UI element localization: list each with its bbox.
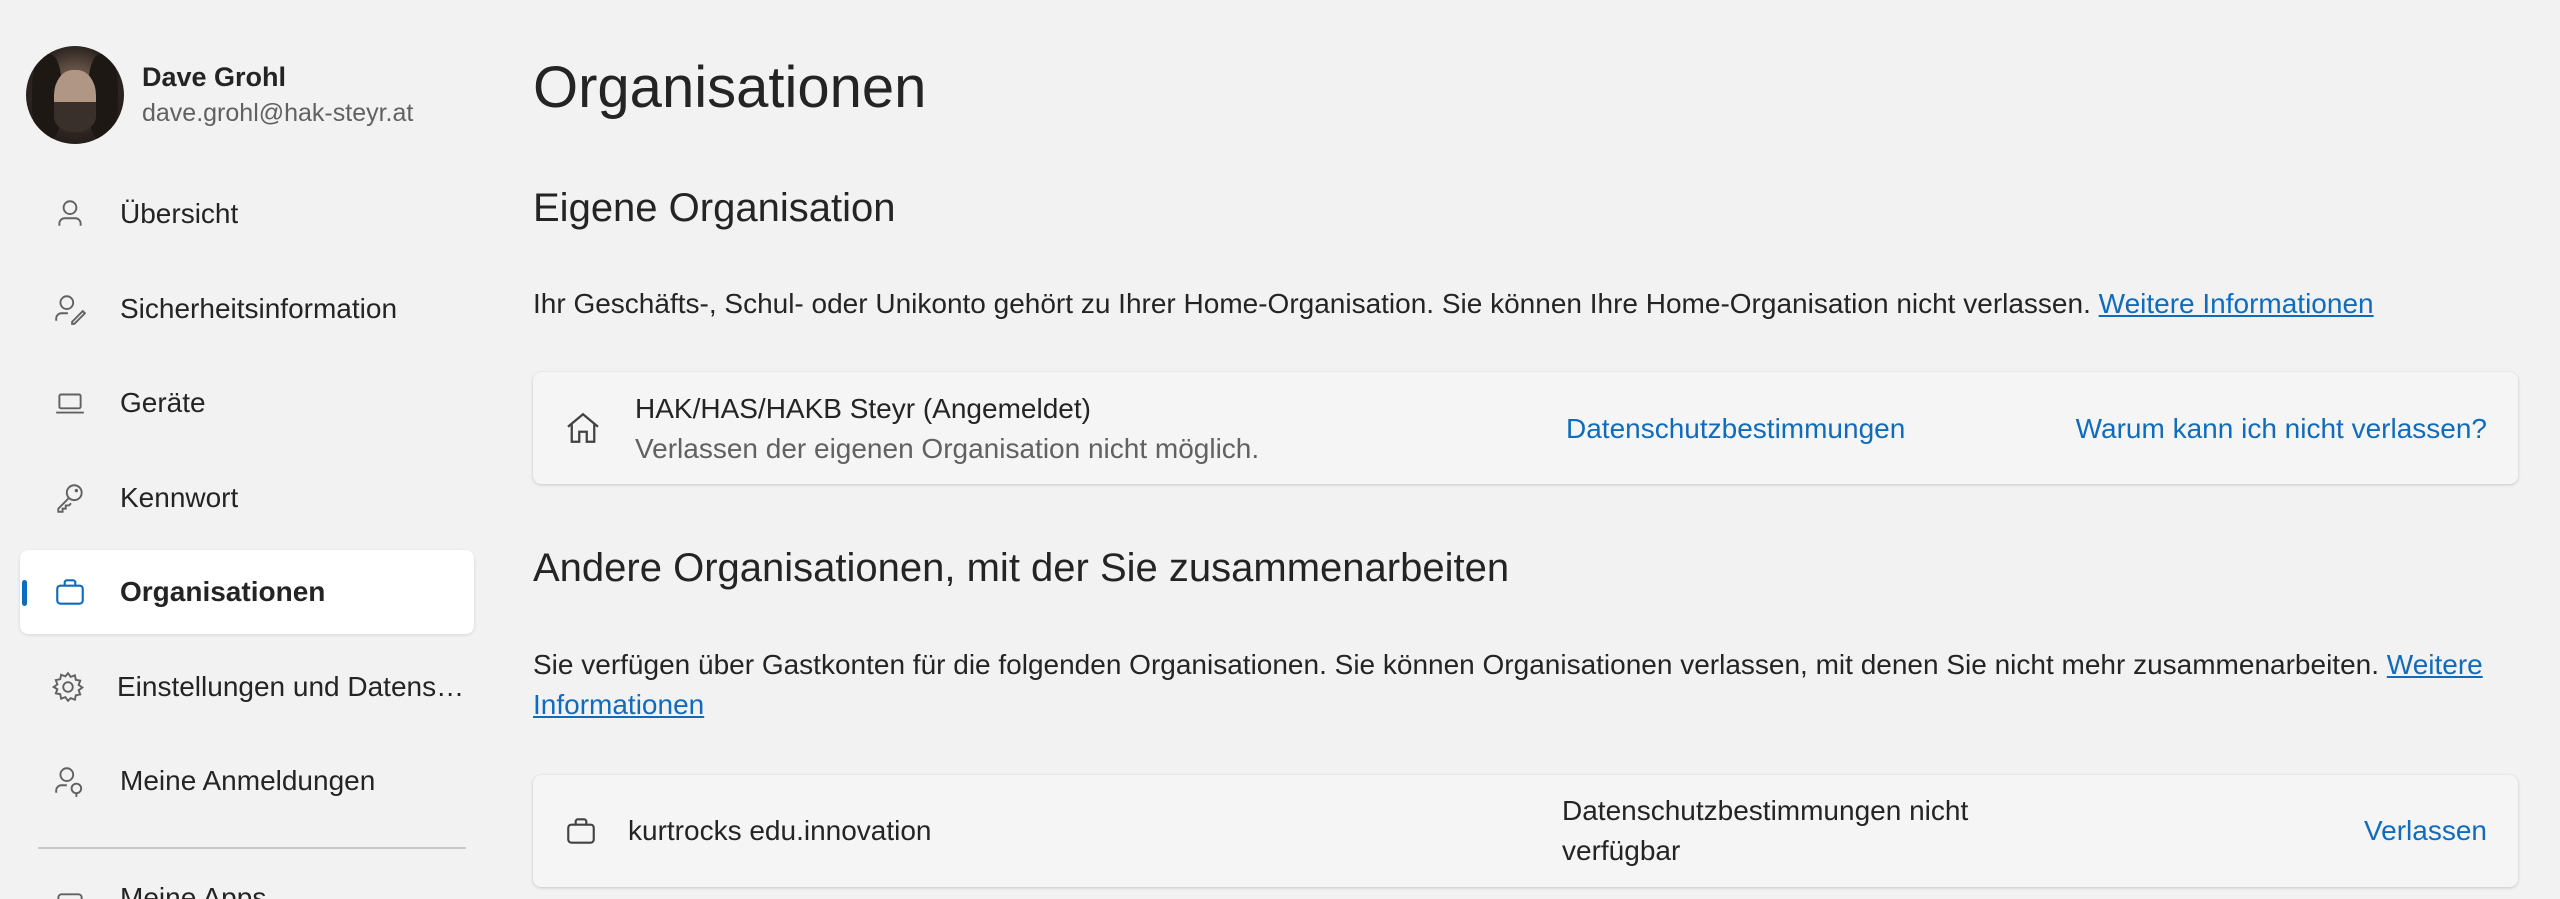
sidebar-divider	[38, 847, 466, 849]
home-icon	[563, 408, 603, 448]
person-key-icon	[50, 289, 90, 329]
sidebar-item-password[interactable]: Kennwort	[20, 456, 474, 540]
guest-org-privacy-unavailable: Datenschutzbestimmungen nicht verfügbar	[1562, 795, 1969, 866]
own-org-more-info-link[interactable]: Weitere Informationen	[2099, 288, 2374, 319]
gear-icon	[50, 667, 87, 707]
other-orgs-heading: Andere Organisationen, mit der Sie zusam…	[533, 546, 1510, 590]
profile-name: Dave Grohl	[142, 62, 287, 92]
person-icon	[50, 194, 90, 234]
sidebar-item-label: Meine Apps	[120, 882, 267, 899]
main-content: Organisationen Eigene Organisation Ihr G…	[533, 0, 2528, 899]
page-title: Organisationen	[533, 55, 927, 120]
sidebar-item-settings[interactable]: Einstellungen und Datenschutz	[20, 645, 474, 729]
sidebar-item-overview[interactable]: Übersicht	[20, 172, 474, 256]
apps-icon	[50, 886, 90, 899]
laptop-icon	[50, 383, 90, 423]
leave-org-button[interactable]: Verlassen	[2364, 811, 2487, 851]
sidebar-item-security-info[interactable]: Sicherheitsinformation	[20, 267, 474, 351]
guest-org-card: kurtrocks edu.innovation Datenschutzbest…	[533, 775, 2518, 887]
sidebar-item-label: Übersicht	[120, 198, 239, 229]
sidebar-item-my-signins[interactable]: Meine Anmeldungen	[20, 739, 474, 823]
sidebar-item-label: Geräte	[120, 387, 206, 418]
sidebar-item-label: Organisationen	[120, 576, 326, 607]
sidebar-item-label: Einstellungen und Datenschutz	[116, 670, 474, 702]
own-org-description-text: Ihr Geschäfts-, Schul- oder Unikonto geh…	[533, 288, 2091, 319]
briefcase-icon	[563, 813, 599, 849]
sidebar-item-label: Meine Anmeldungen	[120, 765, 376, 796]
person-lock-icon	[50, 761, 90, 801]
own-org-heading: Eigene Organisation	[533, 186, 896, 230]
own-org-description: Ihr Geschäfts-, Schul- oder Unikonto geh…	[533, 284, 2523, 324]
sidebar-nav: Übersicht Sicherheitsinformation Geräte …	[20, 172, 474, 834]
own-org-status: Verlassen der eigenen Organisation nicht…	[635, 433, 1260, 464]
own-org-name: HAK/HAS/HAKB Steyr (Angemeldet)	[635, 393, 1091, 424]
own-org-privacy-link[interactable]: Datenschutzbestimmungen	[1566, 409, 1905, 449]
own-org-card: HAK/HAS/HAKB Steyr (Angemeldet) Verlasse…	[533, 372, 2518, 484]
sidebar: Dave Grohl dave.grohl@hak-steyr.at Übers…	[0, 0, 490, 899]
key-icon	[50, 478, 90, 518]
profile-header: Dave Grohl dave.grohl@hak-steyr.at	[26, 45, 413, 145]
why-cannot-leave-link[interactable]: Warum kann ich nicht verlassen?	[2076, 409, 2487, 449]
guest-org-name: kurtrocks edu.innovation	[628, 815, 932, 846]
sidebar-item-devices[interactable]: Geräte	[20, 361, 474, 445]
other-orgs-description-text: Sie verfügen über Gastkonten für die fol…	[533, 649, 2379, 680]
app-window: Dave Grohl dave.grohl@hak-steyr.at Übers…	[0, 0, 2560, 899]
briefcase-icon	[50, 572, 90, 612]
sidebar-item-label: Sicherheitsinformation	[120, 292, 398, 324]
other-orgs-description: Sie verfügen über Gastkonten für die fol…	[533, 645, 2523, 725]
sidebar-item-label: Kennwort	[120, 481, 239, 513]
profile-email: dave.grohl@hak-steyr.at	[142, 99, 414, 127]
sidebar-item-organizations[interactable]: Organisationen	[20, 550, 474, 634]
avatar	[26, 46, 124, 144]
sidebar-item-my-apps[interactable]: Meine Apps	[20, 868, 266, 899]
